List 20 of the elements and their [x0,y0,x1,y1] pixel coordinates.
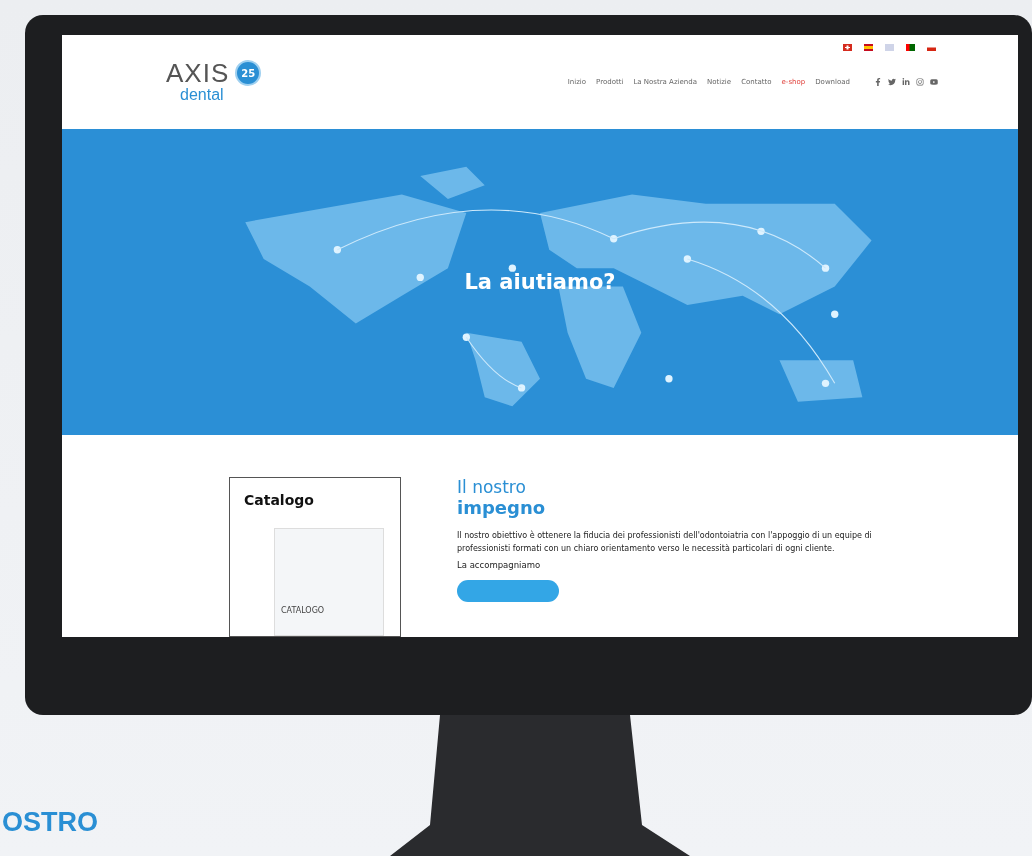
cover-label: CATALOGO [281,606,325,615]
facebook-icon[interactable] [874,77,882,86]
page-heading: OSTRO [2,807,98,838]
logo-subtitle: dental [180,86,225,104]
catalog-card[interactable]: Catalogo CATALOGO [229,477,401,637]
flag-icon[interactable] [843,44,852,51]
flag-icon[interactable] [864,44,873,51]
section-subtitle: La accompagniamo [457,559,542,570]
logo-wordmark: AXIS [166,60,230,87]
catalog-title: Catalogo [244,492,315,508]
twitter-icon[interactable] [888,77,896,86]
section-paragraph: Il nostro obiettivo è ottenere la fiducia dei professionisti dell'odontoiatria con l'appoggio di un equipe di professionisti formati con un chiaro orientamento verso le necessità particolari di ogni cliente. [457,530,873,555]
youtube-icon[interactable] [930,77,938,86]
section-title-bold: impegno [457,497,547,518]
instagram-icon[interactable] [916,77,924,86]
anniversary-badge: 25 [235,60,262,87]
linkedin-icon[interactable] [902,77,910,86]
contact-button[interactable] [457,579,559,602]
section-title: Il nostro [457,477,527,497]
hero-title: La aiutiamo? [464,269,616,294]
